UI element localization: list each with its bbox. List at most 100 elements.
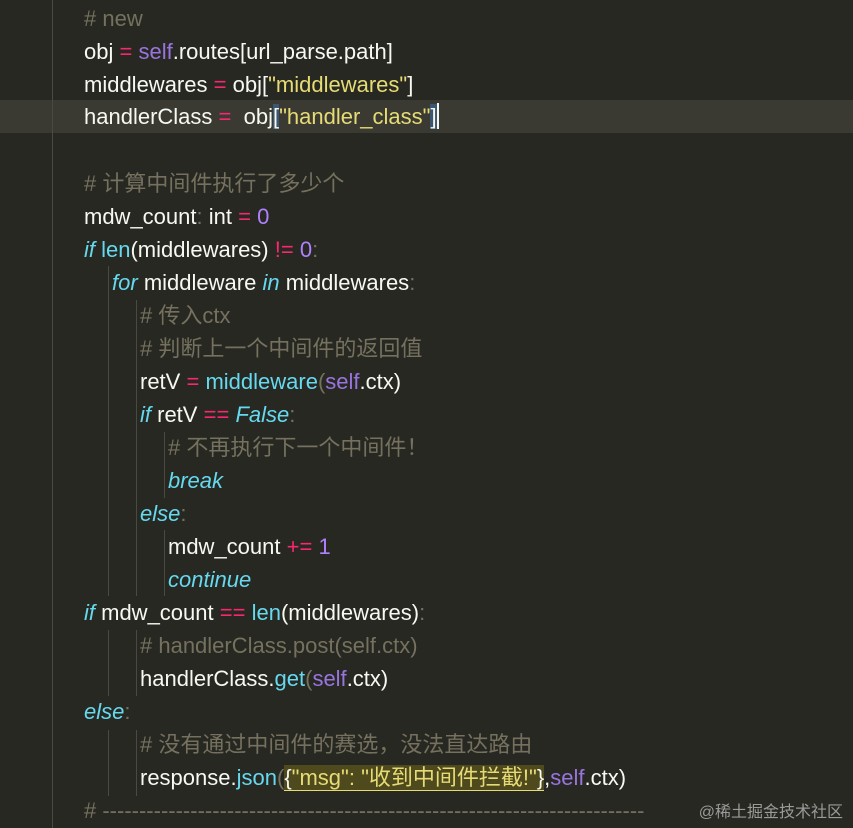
punctuation: :	[312, 237, 319, 262]
identifier: .routes[url_parse.path]	[172, 39, 393, 64]
identifier: obj	[243, 104, 273, 129]
indent-guide	[52, 0, 53, 828]
indent-guide	[136, 630, 137, 696]
identifier: mdw_count	[168, 534, 281, 559]
identifier: middlewares	[84, 72, 208, 97]
indent-guide	[108, 730, 109, 796]
identifier: mdw_count	[84, 204, 197, 229]
string-literal: "middlewares"	[268, 72, 408, 97]
punctuation: :	[289, 402, 296, 427]
punctuation: :	[409, 270, 416, 295]
code-line[interactable]: retV = middleware(self.ctx)	[140, 365, 401, 398]
code-line[interactable]: obj = self.routes[url_parse.path]	[84, 35, 393, 68]
indent-guide	[136, 300, 137, 596]
code-line-current[interactable]: handlerClass = obj["handler_class"]	[84, 100, 439, 133]
keyword: else	[140, 501, 181, 526]
code-line[interactable]: handlerClass.get(self.ctx)	[140, 662, 388, 695]
comment: # 不再执行下一个中间件！	[168, 435, 429, 460]
operator: !=	[274, 237, 294, 262]
self-keyword: self	[325, 369, 360, 394]
operator: =	[186, 369, 200, 394]
code-line[interactable]: break	[168, 464, 223, 497]
code-line[interactable]: # new	[84, 2, 143, 35]
watermark: @稀土掘金技术社区	[698, 804, 843, 821]
indent-guide	[164, 530, 165, 596]
identifier: mdw_count	[101, 600, 214, 625]
code-editor[interactable]: # new obj = self.routes[url_parse.path] …	[0, 0, 853, 828]
keyword: False	[235, 402, 290, 427]
identifier: (middlewares)	[130, 237, 269, 262]
self-keyword: self	[138, 39, 173, 64]
text-cursor	[436, 103, 439, 129]
code-line[interactable]: # 判断上一个中间件的返回值	[140, 332, 422, 365]
code-line[interactable]: else:	[140, 497, 186, 530]
comment: # 计算中间件执行了多少个	[84, 171, 345, 196]
identifier: .ctx)	[584, 765, 627, 790]
self-keyword: self	[312, 666, 347, 691]
code-line[interactable]: mdw_count: int = 0	[84, 200, 269, 233]
function-name: get	[274, 666, 306, 691]
operator: ==	[219, 600, 246, 625]
identifier: .ctx)	[346, 666, 389, 691]
number-literal: 1	[318, 534, 331, 559]
type-annotation: int	[208, 204, 233, 229]
code-line[interactable]: continue	[168, 563, 251, 596]
operator: =	[213, 72, 227, 97]
string-literal: "msg": "收到中间件拦截!"	[291, 765, 537, 791]
code-line[interactable]: mdw_count += 1	[168, 530, 331, 563]
comment: # 传入ctx	[140, 303, 231, 328]
code-line[interactable]: response.json({"msg": "收到中间件拦截!"},self.c…	[140, 761, 626, 794]
indent-guide	[108, 630, 109, 696]
comment: # 没有通过中间件的赛选，没法直达路由	[140, 732, 533, 757]
code-line[interactable]: middlewares = obj["middlewares"]	[84, 68, 413, 101]
builtin-function: len	[251, 600, 281, 625]
code-line[interactable]: if len(middlewares) != 0:	[84, 233, 318, 266]
identifier: retV	[157, 402, 198, 427]
indent-guide	[164, 432, 165, 498]
code-line[interactable]: if mdw_count == len(middlewares):	[84, 596, 425, 629]
code-line[interactable]: # 没有通过中间件的赛选，没法直达路由	[140, 728, 532, 761]
operator: =	[238, 204, 251, 229]
matched-bracket: {	[284, 765, 292, 791]
code-line[interactable]: else:	[84, 695, 130, 728]
punctuation: :	[196, 204, 203, 229]
indent-guide	[136, 730, 137, 796]
number-literal: 0	[257, 204, 270, 229]
keyword: for	[112, 270, 138, 295]
code-line[interactable]: # 传入ctx	[140, 299, 230, 332]
keyword: if	[84, 237, 95, 262]
bracket: ]	[407, 72, 414, 97]
keyword: if	[140, 402, 151, 427]
comment: # 判断上一个中间件的返回值	[140, 336, 423, 361]
code-line[interactable]: if retV == False:	[140, 398, 295, 431]
indent-guide	[108, 266, 109, 596]
code-line[interactable]: # --------------------------------------…	[84, 794, 644, 827]
keyword: continue	[168, 567, 252, 592]
function-name: json	[236, 765, 277, 790]
keyword: if	[84, 600, 95, 625]
code-line[interactable]: # 不再执行下一个中间件！	[168, 431, 428, 464]
punctuation: :	[419, 600, 426, 625]
code-line[interactable]: for middleware in middlewares:	[112, 266, 415, 299]
identifier: .ctx)	[359, 369, 402, 394]
operator: +=	[286, 534, 313, 559]
function-name: middleware	[205, 369, 318, 394]
identifier: (middlewares)	[280, 600, 420, 625]
identifier: handlerClass.	[140, 666, 275, 691]
code-line[interactable]: # handlerClass.post(self.ctx)	[140, 629, 418, 662]
keyword: break	[168, 468, 224, 493]
punctuation: :	[124, 699, 131, 724]
identifier: retV	[140, 369, 181, 394]
identifier: handlerClass	[84, 104, 213, 129]
keyword: else	[84, 699, 125, 724]
identifier: middleware	[143, 270, 257, 295]
code-line[interactable]: # 计算中间件执行了多少个	[84, 167, 344, 200]
identifier: middlewares	[285, 270, 410, 295]
number-literal: 0	[299, 237, 313, 262]
identifier: obj	[84, 39, 114, 64]
identifier: obj[	[232, 72, 269, 97]
self-keyword: self	[550, 765, 585, 790]
operator: =	[218, 104, 232, 129]
comment: # new	[84, 6, 143, 31]
builtin-function: len	[101, 237, 131, 262]
